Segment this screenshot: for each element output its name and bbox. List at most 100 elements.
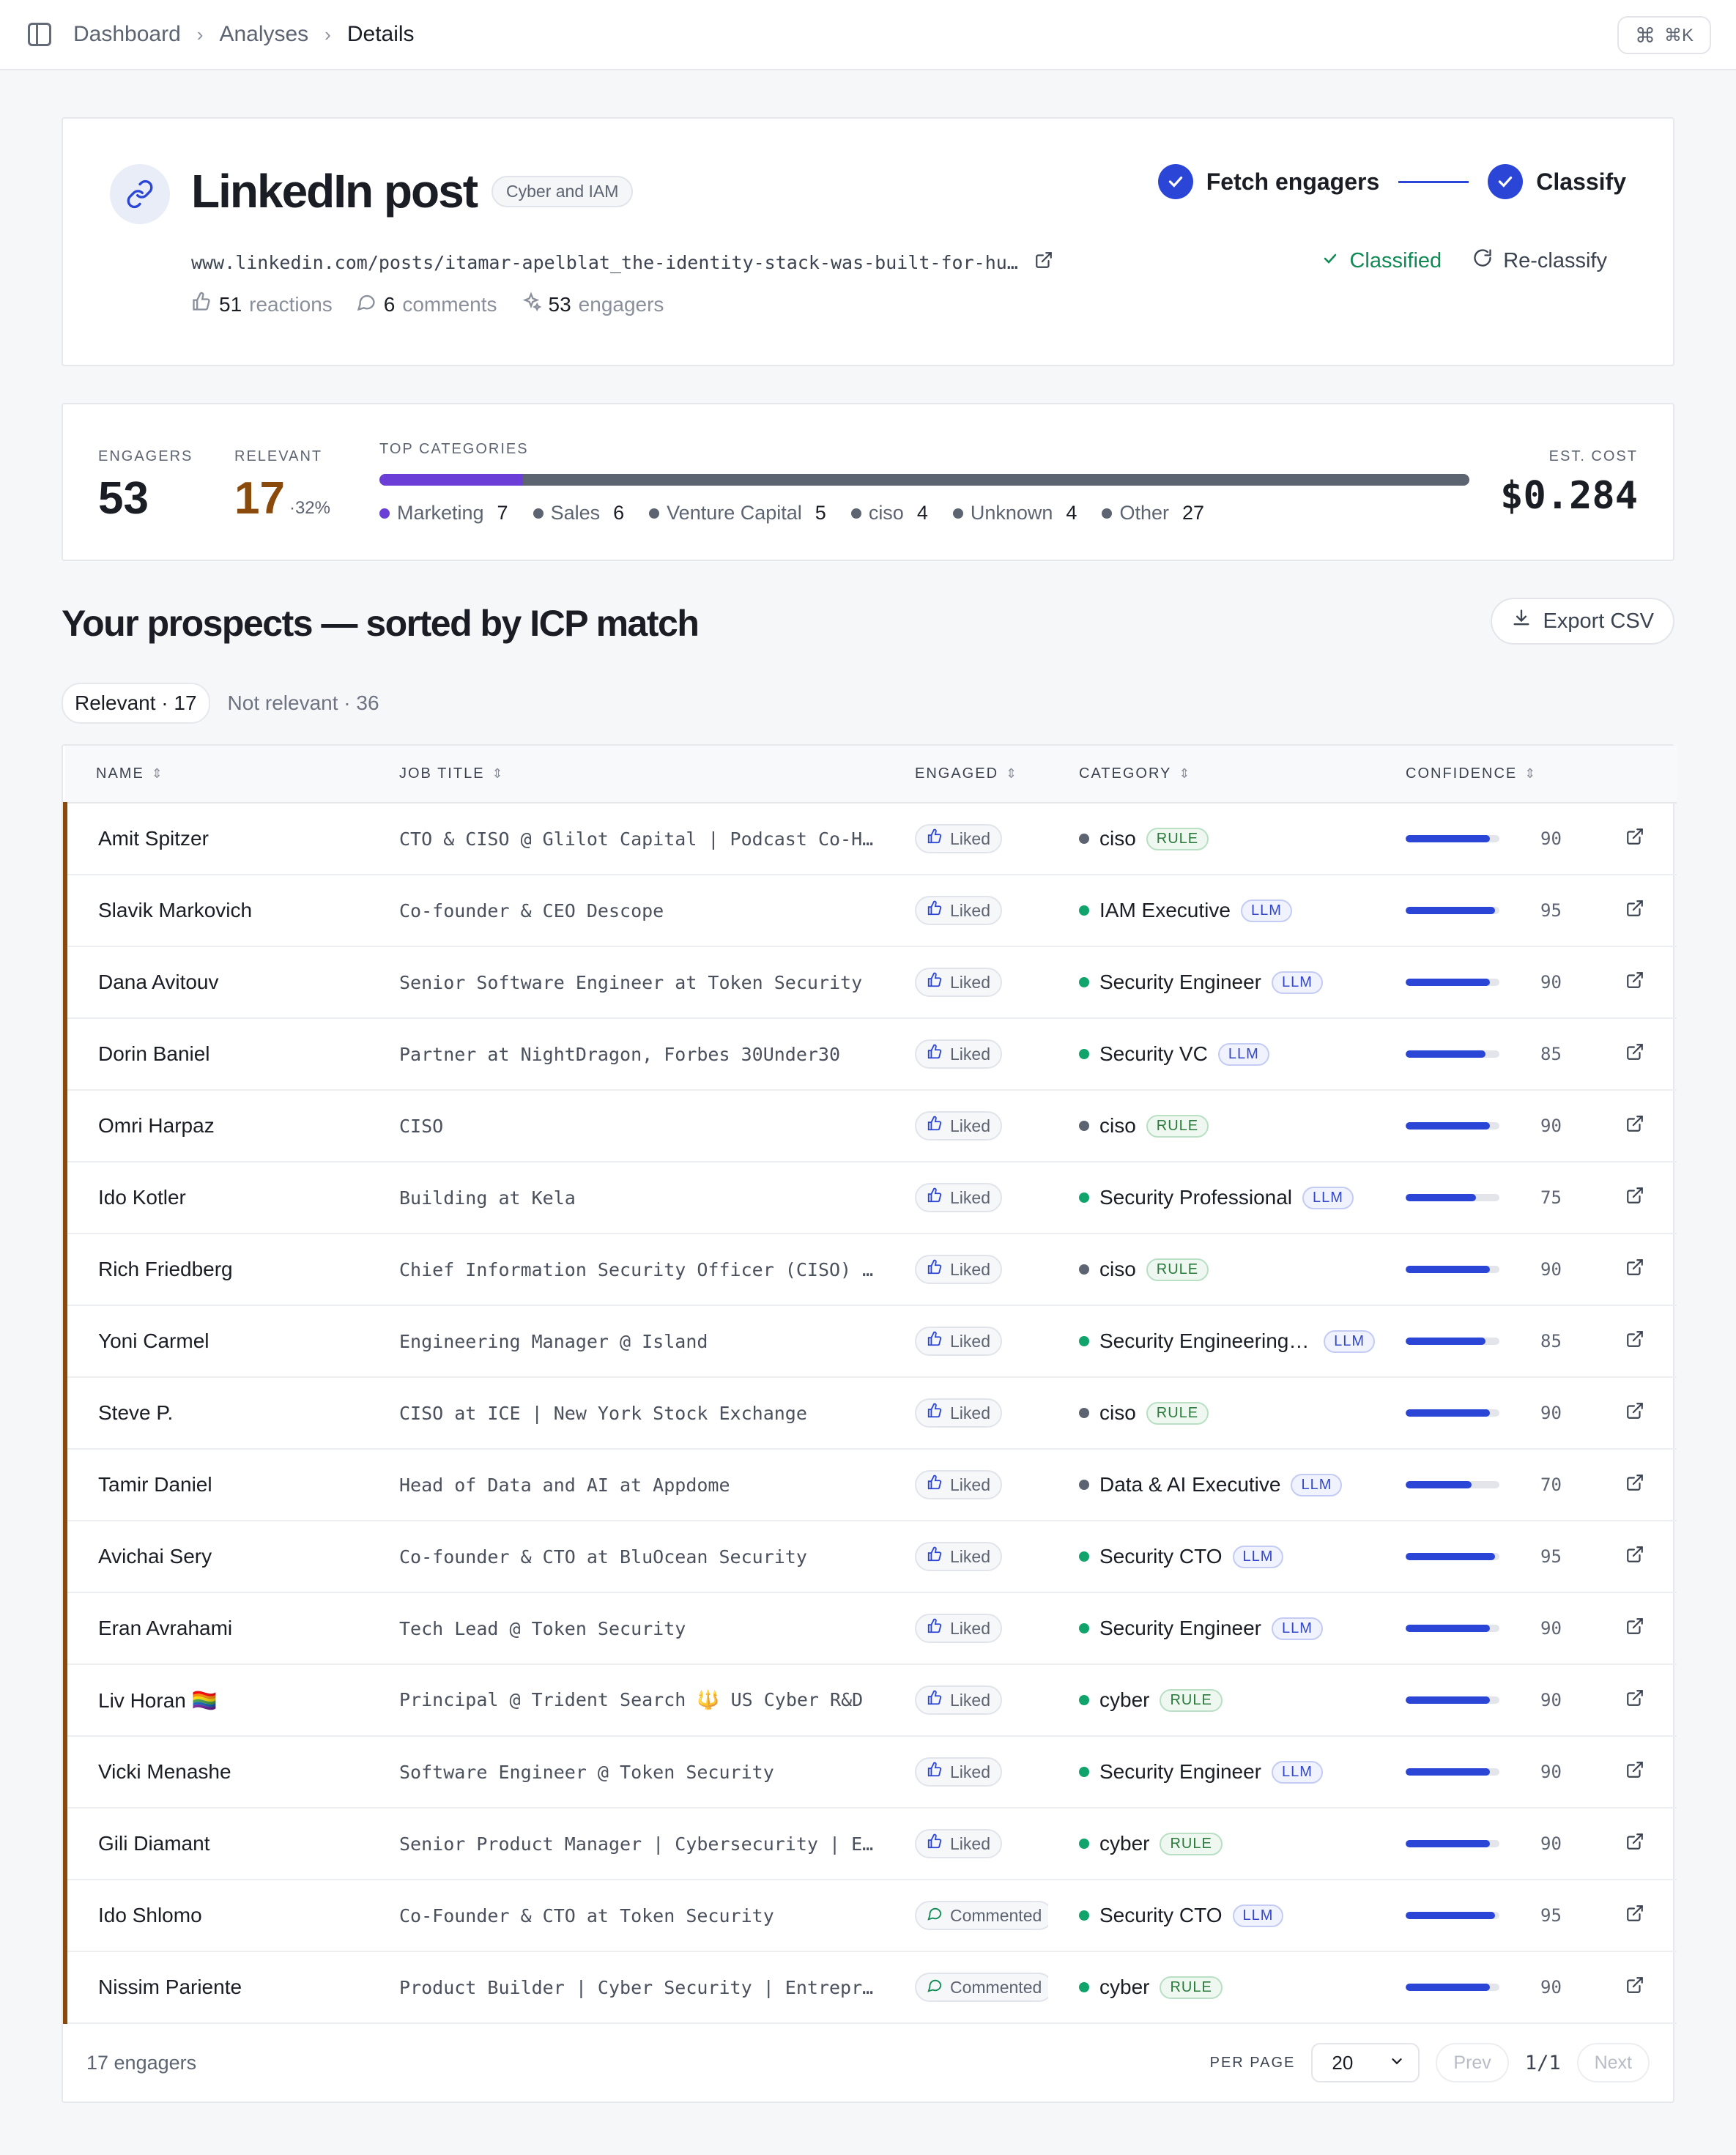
- column-job-title[interactable]: JOB TITLE ⇕: [368, 746, 884, 804]
- sort-icon: ⇕: [151, 766, 164, 781]
- external-link-icon[interactable]: [1625, 1833, 1644, 1855]
- external-link-icon[interactable]: [1034, 251, 1053, 275]
- table-row[interactable]: Gili Diamant Senior Product Manager | Cyb…: [63, 1808, 1677, 1880]
- category-dot: [1079, 1408, 1089, 1418]
- column-confidence[interactable]: CONFIDENCE ⇕: [1375, 746, 1595, 804]
- confidence-value: 90: [1540, 1762, 1562, 1782]
- confidence-fill: [1406, 1768, 1491, 1776]
- external-link-icon[interactable]: [1625, 900, 1644, 922]
- column-name[interactable]: NAME ⇕: [65, 746, 368, 804]
- external-link-icon[interactable]: [1625, 828, 1644, 850]
- legend-label: Venture Capital: [667, 502, 802, 524]
- table-row[interactable]: Eran Avrahami Tech Lead @ Token Security L…: [63, 1592, 1677, 1664]
- engagers-count: 53: [548, 292, 571, 316]
- category-name: Security Engineer: [1099, 971, 1262, 993]
- export-csv-button[interactable]: Export CSV: [1490, 598, 1674, 645]
- post-url[interactable]: www.linkedin.com/posts/itamar-apelblat_t…: [191, 252, 1018, 273]
- table-row[interactable]: Rich Friedberg Chief Information Security…: [63, 1234, 1677, 1305]
- prospect-job-title: Tech Lead @ Token Security: [399, 1617, 686, 1639]
- table-row[interactable]: Amit Spitzer CTO & CISO @ Glilot Capital …: [63, 803, 1677, 875]
- prospect-job-title: Engineering Manager @ Island: [399, 1330, 708, 1352]
- table-row[interactable]: Ido Shlomo Co-Founder & CTO at Token Secu…: [63, 1880, 1677, 1951]
- external-link-icon[interactable]: [1625, 971, 1644, 994]
- thumbs-up-icon: [191, 292, 212, 317]
- table-row[interactable]: Yoni Carmel Engineering Manager @ Island L…: [63, 1305, 1677, 1377]
- reclassify-button[interactable]: Re-classify: [1472, 248, 1607, 274]
- category-name: cyber: [1099, 1688, 1150, 1711]
- external-link-icon[interactable]: [1625, 1402, 1644, 1425]
- external-link-icon[interactable]: [1625, 1043, 1644, 1066]
- confidence-fill: [1406, 1696, 1491, 1704]
- table-row[interactable]: Dorin Baniel Partner at NightDragon, Forb…: [63, 1018, 1677, 1090]
- table-row[interactable]: Avichai Sery Co-founder & CTO at BluOcean…: [63, 1521, 1677, 1592]
- breadcrumb-dashboard[interactable]: Dashboard: [73, 22, 181, 47]
- engaged-label: Liked: [950, 1044, 990, 1064]
- comments-count: 6: [383, 292, 396, 316]
- category-source-badge: LLM: [1272, 971, 1323, 994]
- engagers-metric-label: ENGAGERS: [98, 448, 193, 464]
- table-row[interactable]: Vicki Menashe Software Engineer @ Token S…: [63, 1736, 1677, 1808]
- sidebar-toggle-icon[interactable]: [28, 23, 51, 46]
- table-row[interactable]: Steve P. CISO at ICE | New York Stock Exc…: [63, 1377, 1677, 1449]
- external-link-icon[interactable]: [1625, 1330, 1644, 1353]
- confidence-value: 90: [1540, 1116, 1562, 1136]
- external-link-icon[interactable]: [1625, 1617, 1644, 1640]
- category-source-badge: LLM: [1272, 1617, 1323, 1640]
- confidence-fill: [1406, 1409, 1491, 1417]
- external-link-icon[interactable]: [1625, 1187, 1644, 1209]
- external-link-icon[interactable]: [1625, 1904, 1644, 1927]
- table-row[interactable]: Ido Kotler Building at Kela Liked Security …: [63, 1162, 1677, 1234]
- engaged-badge: Liked: [915, 1470, 1002, 1499]
- external-link-icon[interactable]: [1625, 1115, 1644, 1138]
- prospect-name: Amit Spitzer: [63, 803, 368, 875]
- category-name: Security Engineer: [1099, 1760, 1262, 1783]
- category-legend-item: Venture Capital 5: [649, 502, 826, 524]
- next-page-button[interactable]: Next: [1576, 2043, 1650, 2082]
- column-category[interactable]: CATEGORY ⇕: [1048, 746, 1375, 804]
- external-link-icon[interactable]: [1625, 1761, 1644, 1784]
- table-row[interactable]: Tamir Daniel Head of Data and AI at Appdo…: [63, 1449, 1677, 1521]
- table-row[interactable]: Liv Horan 🏳️‍🌈 Principal @ Trident Search…: [63, 1664, 1677, 1736]
- breadcrumb-analyses[interactable]: Analyses: [219, 22, 308, 47]
- command-palette-button[interactable]: ⌘ ⌘K: [1617, 16, 1711, 54]
- category-dot: [1079, 977, 1089, 987]
- column-engaged[interactable]: ENGAGED ⇕: [884, 746, 1048, 804]
- confidence-value: 90: [1540, 1833, 1562, 1854]
- prospect-name: Yoni Carmel: [63, 1305, 368, 1377]
- prospect-job-title: CISO at ICE | New York Stock Exchange: [399, 1402, 807, 1424]
- table-row[interactable]: Omri Harpaz CISO Liked ciso RULE 90: [63, 1090, 1677, 1162]
- tab-not-relevant[interactable]: Not relevant · 36: [216, 684, 391, 722]
- thumbs-up-icon: [927, 1187, 943, 1208]
- external-link-icon[interactable]: [1625, 1258, 1644, 1281]
- per-page-select[interactable]: 20: [1311, 2043, 1420, 2082]
- category-source-badge: LLM: [1240, 899, 1292, 922]
- engaged-badge: Liked: [915, 896, 1002, 925]
- table-row[interactable]: Slavik Markovich Co-founder & CEO Descope…: [63, 875, 1677, 946]
- prev-page-button[interactable]: Prev: [1436, 2043, 1509, 2082]
- external-link-icon[interactable]: [1625, 1689, 1644, 1712]
- external-link-icon[interactable]: [1625, 1546, 1644, 1568]
- external-link-icon[interactable]: [1625, 1976, 1644, 1999]
- prospect-job-title: Chief Information Security Officer (CISO…: [399, 1258, 874, 1280]
- table-row[interactable]: Nissim Pariente Product Builder | Cyber S…: [63, 1951, 1677, 2023]
- download-icon: [1511, 608, 1532, 634]
- post-title: LinkedIn post: [191, 165, 478, 218]
- category-source-badge: LLM: [1324, 1329, 1375, 1353]
- table-row[interactable]: Dana Avitouv Senior Software Engineer at …: [63, 946, 1677, 1018]
- engaged-badge: Liked: [915, 1039, 1002, 1069]
- confidence-fill: [1406, 1481, 1472, 1488]
- category-dot: [1079, 1839, 1089, 1849]
- category-source-badge: LLM: [1217, 1042, 1269, 1066]
- category-source-badge: RULE: [1146, 827, 1209, 850]
- category-legend-item: Marketing 7: [379, 502, 508, 524]
- tab-relevant[interactable]: Relevant · 17: [62, 683, 210, 724]
- thumbs-up-icon: [927, 900, 943, 921]
- thumbs-up-icon: [927, 1833, 943, 1854]
- external-link-icon[interactable]: [1625, 1474, 1644, 1496]
- step-classify: Classify: [1488, 164, 1626, 199]
- prospect-name: Nissim Pariente: [63, 1951, 368, 2023]
- engaged-badge: Liked: [915, 1183, 1002, 1212]
- confidence-bar: [1406, 1338, 1499, 1345]
- legend-label: Unknown: [970, 502, 1053, 524]
- category-name: IAM Executive: [1099, 899, 1231, 921]
